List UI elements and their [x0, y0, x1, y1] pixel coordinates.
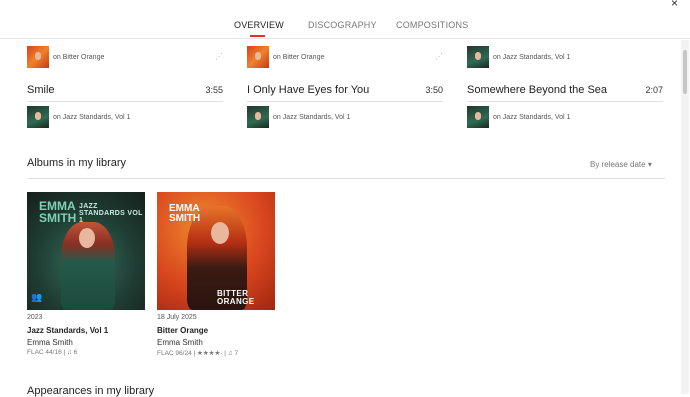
cover-face	[211, 222, 229, 244]
track-row[interactable]: I Only Have Eyes for You 3:50	[247, 84, 443, 108]
track-source-text: on Bitter Orange	[273, 54, 325, 61]
track-row[interactable]: Smile 3:55	[27, 84, 223, 108]
track-duration: 2:07	[645, 85, 663, 95]
cover-subtitle-text: BITTER ORANGE	[217, 289, 255, 306]
album-meta: FLAC 44/16 | ♫ 6	[27, 349, 78, 356]
track-duration: 3:55	[205, 85, 223, 95]
tab-overview[interactable]: OVERVIEW	[234, 20, 284, 30]
album-thumbnail	[467, 106, 489, 128]
active-tab-indicator	[250, 35, 265, 37]
album-year: 18 July 2025	[157, 314, 197, 321]
tab-compositions[interactable]: COMPOSITIONS	[396, 20, 468, 30]
cover-artist-text: EMMA SMITH	[39, 199, 77, 225]
divider	[247, 101, 443, 102]
sort-dropdown[interactable]: By release date ▾	[590, 160, 652, 169]
track-source-row[interactable]: on Bitter Orange ⋰	[27, 46, 223, 70]
album-thumbnail	[247, 46, 269, 68]
divider	[27, 101, 223, 102]
divider	[467, 101, 663, 102]
album-meta: FLAC 96/24 | ★★★★· | ♫ 7	[157, 350, 239, 357]
album-thumbnail	[27, 46, 49, 68]
album-thumbnail	[27, 106, 49, 128]
track-source-row[interactable]: on Jazz Standards, Vol 1	[27, 106, 223, 130]
album-artist[interactable]: Emma Smith	[157, 338, 203, 347]
cover-face	[79, 228, 95, 248]
cover-artist-text: EMMA SMITH	[169, 203, 201, 224]
track-source-row[interactable]: on Bitter Orange ⋰	[247, 46, 443, 70]
album-thumbnail	[467, 46, 489, 68]
track-title: Smile	[27, 84, 55, 96]
album-cover[interactable]: EMMA SMITH JAZZ STANDARDS VOL 1 👥	[27, 192, 145, 310]
album-title[interactable]: Jazz Standards, Vol 1	[27, 326, 108, 335]
tab-bar: OVERVIEW DISCOGRAPHY COMPOSITIONS ×	[0, 0, 690, 39]
album-cover[interactable]: EMMA SMITH BITTER ORANGE	[157, 192, 275, 310]
drag-handle-icon[interactable]: ⋰	[435, 52, 443, 61]
track-duration: 3:50	[425, 85, 443, 95]
users-icon: 👥	[31, 292, 43, 302]
drag-handle-icon[interactable]: ⋰	[215, 52, 223, 61]
section-title-appearances: Appearances in my library	[27, 385, 155, 397]
album-title[interactable]: Bitter Orange	[157, 326, 208, 335]
track-title: Somewhere Beyond the Sea	[467, 84, 608, 96]
track-source-row[interactable]: on Jazz Standards, Vol 1	[467, 46, 663, 70]
close-icon[interactable]: ×	[671, 0, 678, 10]
section-divider	[27, 178, 665, 179]
track-source-text: on Jazz Standards, Vol 1	[493, 54, 571, 61]
scrollbar-thumb[interactable]	[683, 50, 687, 94]
track-title: I Only Have Eyes for You	[247, 84, 370, 96]
track-source-row[interactable]: on Jazz Standards, Vol 1	[247, 106, 443, 130]
cover-subtitle-text: JAZZ STANDARDS VOL 1	[79, 203, 143, 224]
track-source-text: on Jazz Standards, Vol 1	[273, 114, 351, 121]
track-source-row[interactable]: on Jazz Standards, Vol 1	[467, 106, 663, 130]
track-source-text: on Jazz Standards, Vol 1	[493, 114, 571, 121]
album-artist[interactable]: Emma Smith	[27, 338, 73, 347]
sort-label: By release date	[590, 160, 646, 169]
track-row[interactable]: Somewhere Beyond the Sea 2:07	[467, 84, 663, 108]
album-year: 2023	[27, 314, 43, 321]
section-title-albums: Albums in my library	[27, 157, 127, 169]
track-source-text: on Bitter Orange	[53, 54, 105, 61]
album-thumbnail	[247, 106, 269, 128]
chevron-down-icon: ▾	[647, 160, 652, 169]
track-source-text: on Jazz Standards, Vol 1	[53, 114, 131, 121]
tab-discography[interactable]: DISCOGRAPHY	[308, 20, 377, 30]
vertical-scrollbar[interactable]	[681, 40, 689, 394]
